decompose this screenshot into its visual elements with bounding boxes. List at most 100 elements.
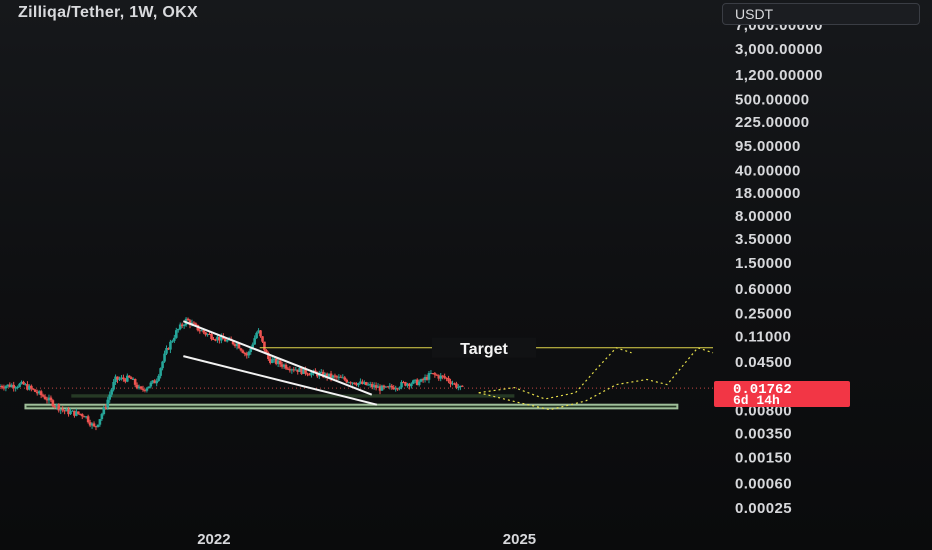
candle-body: [18, 383, 21, 387]
candle-body: [357, 382, 360, 386]
price-tick-label: 500.00000: [735, 91, 810, 108]
candle-body: [169, 341, 172, 350]
candle-body: [398, 387, 401, 389]
candle-body: [278, 360, 282, 365]
candle-body: [427, 373, 431, 380]
candle-body: [149, 382, 153, 387]
candle-body: [192, 322, 196, 324]
price-tick-label: 40.00000: [735, 163, 801, 180]
candle-body: [225, 340, 229, 342]
candle-body: [447, 378, 450, 382]
candle-body: [155, 380, 159, 384]
candle-body: [43, 396, 47, 400]
candle-body: [61, 408, 64, 411]
trend-lines: [182, 320, 713, 406]
candle-body: [100, 414, 104, 420]
candle-body: [174, 330, 178, 338]
time-axis: 2022 2025: [197, 531, 536, 548]
price-tick-label: 0.00025: [735, 500, 792, 517]
candles: [0, 317, 464, 431]
candle-body: [255, 332, 258, 339]
candle-body: [127, 375, 131, 378]
price-tick-label: 8.00000: [735, 208, 792, 225]
candle-body: [102, 407, 106, 415]
candle-body: [22, 381, 25, 385]
price-tick-label: 1.50000: [735, 255, 792, 272]
support-zone: [71, 394, 515, 398]
candle-body: [92, 423, 96, 427]
candle-body: [51, 400, 55, 407]
candle-body: [98, 419, 102, 425]
candle-body: [4, 386, 8, 389]
candle-body: [129, 377, 133, 380]
candle-body: [122, 377, 125, 380]
price-axis: 7,000.000003,000.000001,200.00000500.000…: [735, 17, 823, 517]
price-chart[interactable]: Target 7,000.000003,000.000001,200.00000…: [0, 0, 932, 550]
candle-body: [259, 330, 262, 337]
candle-body: [241, 350, 245, 353]
candle-body: [390, 385, 394, 388]
candle-body: [53, 406, 57, 408]
candle-body: [16, 386, 19, 388]
candle-body: [202, 330, 206, 333]
candle-body: [261, 336, 264, 342]
candle-body: [145, 388, 149, 391]
candle-body: [457, 387, 460, 389]
candle-body: [214, 339, 217, 341]
candle-body: [310, 372, 313, 376]
candle-body: [141, 388, 145, 390]
candle-body: [455, 383, 458, 388]
chart-panel[interactable]: Target 7,000.00000 3,000.00000 1,200.00000…: [0, 0, 932, 550]
candle-body: [182, 325, 186, 327]
candle-body: [161, 361, 164, 369]
price-tick-label: 1,200.00000: [735, 67, 823, 84]
last-price-badge: 0.01762 6d 14h: [714, 381, 850, 408]
price-tick-label: 225.00000: [735, 114, 810, 131]
candle-body: [443, 376, 446, 378]
price-tick-label: 3.50000: [735, 231, 792, 248]
candle-body: [410, 383, 413, 387]
candle-body: [343, 377, 347, 380]
candle-body: [173, 337, 176, 341]
price-tick-label: 0.00150: [735, 450, 792, 467]
chart-title: Zilliqa/Tether, 1W, OKX: [18, 4, 198, 21]
bar-countdown: 6d 14h: [733, 393, 780, 408]
annotations: Target: [432, 337, 536, 358]
candle-body: [253, 338, 256, 345]
candle-body: [118, 378, 121, 380]
candle-body: [163, 353, 166, 362]
candle-body: [157, 375, 160, 381]
candle-body: [412, 380, 415, 384]
candle-body: [139, 386, 143, 389]
time-tick-label: 2025: [503, 531, 536, 548]
price-tick-label: 0.00350: [735, 426, 792, 443]
candle-body: [210, 334, 213, 340]
candle-body: [247, 352, 251, 356]
candle-body: [133, 378, 137, 385]
candle-body: [112, 381, 115, 390]
price-tick-label: 3,000.00000: [735, 41, 823, 58]
price-tick-label: 0.00060: [735, 475, 792, 492]
candle-body: [41, 395, 45, 397]
price-tick-label: 0.11000: [735, 329, 791, 346]
candle-body: [306, 373, 309, 375]
wedge-upper-line: [182, 320, 373, 396]
candle-body: [39, 391, 43, 396]
candle-body: [49, 397, 53, 401]
price-tick-label: 0.04500: [735, 354, 792, 371]
candle-body: [263, 341, 266, 351]
candle-body: [80, 414, 84, 417]
candle-body: [96, 424, 100, 427]
candle-body: [460, 385, 464, 387]
candle-body: [159, 368, 162, 376]
price-tick-label: 0.25000: [735, 305, 792, 322]
candle-body: [284, 364, 288, 369]
candle-body: [171, 340, 174, 342]
support-zone: [24, 403, 679, 410]
time-tick-label: 2022: [197, 531, 230, 548]
candle-body: [417, 381, 421, 386]
price-tick-label: 0.60000: [735, 281, 792, 298]
candle-body: [433, 373, 437, 375]
price-tick-label: 95.00000: [735, 138, 801, 155]
currency-selector[interactable]: USDT: [722, 3, 920, 25]
